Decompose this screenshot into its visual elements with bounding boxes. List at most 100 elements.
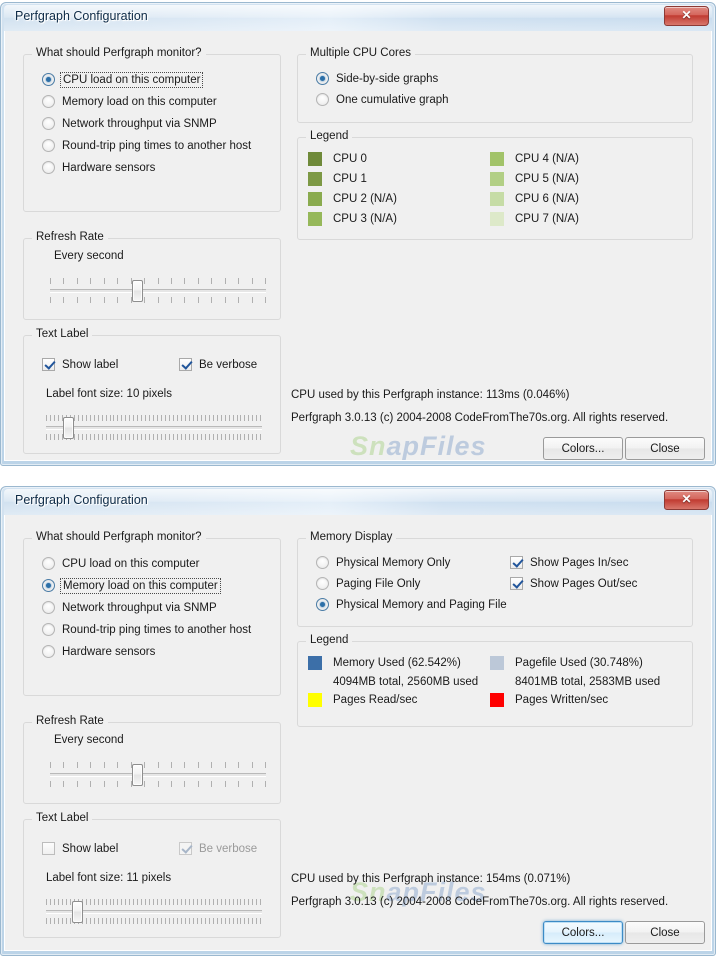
legend-item-label: CPU 5 (N/A) [515, 173, 579, 185]
radio-network-throughput[interactable]: Network throughput via SNMP [42, 601, 217, 614]
radio-physical-memory-only[interactable]: Physical Memory Only [316, 556, 450, 569]
radio-ping-times[interactable]: Round-trip ping times to another host [42, 139, 251, 152]
legend-color-swatch[interactable] [490, 693, 504, 707]
monitor-group-label: What should Perfgraph monitor? [32, 47, 206, 59]
window-titlebar[interactable]: Perfgraph Configuration ✕ [4, 5, 712, 31]
checkbox-indicator [510, 577, 523, 590]
radio-memory-load[interactable]: Memory load on this computer [42, 577, 221, 594]
refresh-rate-group-label: Refresh Rate [32, 231, 108, 243]
checkbox-label: Be verbose [199, 358, 258, 371]
radio-label: Round-trip ping times to another host [62, 623, 252, 636]
radio-indicator [42, 139, 55, 152]
legend-color-swatch[interactable] [490, 192, 504, 206]
legend-color-swatch[interactable] [308, 693, 322, 707]
radio-side-by-side-graphs[interactable]: Side-by-side graphs [316, 72, 438, 85]
colors-button[interactable]: Colors... [543, 437, 623, 460]
text-label-group: Text Label Show label Be verbose Label f… [23, 328, 281, 454]
checkbox-label: Show Pages Out/sec [530, 577, 638, 590]
slider-ticks-bottom [50, 297, 266, 303]
legend-color-swatch[interactable] [308, 656, 322, 670]
legend-item-pagefile-used-detail: 8401MB total, 2583MB used [515, 676, 661, 688]
radio-one-cumulative-graph[interactable]: One cumulative graph [316, 93, 449, 106]
checkbox-label: Show Pages In/sec [530, 556, 629, 569]
legend-color-swatch[interactable] [490, 656, 504, 670]
legend-color-swatch[interactable] [308, 152, 322, 166]
checkbox-be-verbose: Be verbose [179, 842, 257, 855]
copyright-status: Perfgraph 3.0.13 (c) 2004-2008 CodeFromT… [291, 412, 669, 424]
radio-hardware-sensors[interactable]: Hardware sensors [42, 645, 155, 658]
close-button[interactable]: Close [625, 437, 705, 460]
slider-thumb[interactable] [132, 764, 144, 786]
refresh-rate-slider[interactable] [50, 275, 266, 307]
checkbox-label: Show label [62, 358, 119, 371]
legend-item-label: Pagefile Used (30.748%) [515, 657, 643, 669]
close-button[interactable]: Close [625, 921, 705, 944]
radio-indicator [42, 117, 55, 130]
checkbox-indicator [42, 358, 55, 371]
watermark-part-1: Sn [350, 431, 387, 461]
radio-label: One cumulative graph [336, 93, 449, 106]
slider-ticks-top [50, 278, 266, 284]
slider-thumb[interactable] [132, 280, 144, 302]
cpu-usage-status: CPU used by this Perfgraph instance: 113… [291, 389, 570, 401]
radio-indicator [42, 95, 55, 108]
checkbox-show-label[interactable]: Show label [42, 358, 118, 371]
legend-color-swatch[interactable] [490, 212, 504, 226]
monitor-group-label: What should Perfgraph monitor? [32, 531, 206, 543]
legend-item-label: Pages Written/sec [515, 694, 609, 706]
slider-track [50, 773, 266, 777]
radio-indicator [42, 645, 55, 658]
radio-label: Physical Memory and Paging File [336, 598, 507, 611]
radio-label: CPU load on this computer [62, 557, 200, 570]
slider-ticks-top [50, 762, 266, 768]
radio-label: Network throughput via SNMP [62, 601, 217, 614]
checkbox-show-pages-in[interactable]: Show Pages In/sec [510, 556, 628, 569]
close-window-button[interactable]: ✕ [664, 490, 709, 510]
checkbox-show-label[interactable]: Show label [42, 842, 118, 855]
radio-indicator [316, 556, 329, 569]
legend-color-swatch[interactable] [308, 212, 322, 226]
slider-thumb[interactable] [63, 417, 75, 439]
window-client-area: SnapFiles What should Perfgraph monitor?… [4, 31, 712, 461]
copyright-status: Perfgraph 3.0.13 (c) 2004-2008 CodeFromT… [291, 896, 669, 908]
memory-display-group: Memory Display Physical Memory Only Pagi… [297, 531, 693, 627]
refresh-rate-value: Every second [54, 734, 124, 746]
label-font-size-value: Label font size: 11 pixels [46, 872, 172, 884]
slider-thumb[interactable] [71, 901, 83, 923]
label-font-size-slider[interactable] [46, 896, 262, 928]
legend-color-swatch[interactable] [490, 152, 504, 166]
radio-cpu-load[interactable]: CPU load on this computer [42, 557, 199, 570]
refresh-rate-value: Every second [54, 250, 124, 262]
close-icon: ✕ [681, 492, 692, 506]
radio-network-throughput[interactable]: Network throughput via SNMP [42, 117, 217, 130]
checkbox-be-verbose[interactable]: Be verbose [179, 358, 257, 371]
checkbox-show-pages-out[interactable]: Show Pages Out/sec [510, 577, 637, 590]
legend-color-swatch[interactable] [308, 192, 322, 206]
refresh-rate-slider[interactable] [50, 759, 266, 791]
radio-indicator [42, 161, 55, 174]
radio-indicator [42, 623, 55, 636]
legend-item-cpu5: CPU 5 (N/A) [490, 172, 579, 186]
label-font-size-slider[interactable] [46, 412, 262, 444]
perfgraph-config-window-cpu: Perfgraph Configuration ✕ SnapFiles What… [0, 2, 716, 466]
radio-physical-and-paging[interactable]: Physical Memory and Paging File [316, 598, 507, 611]
legend-color-swatch[interactable] [308, 172, 322, 186]
radio-memory-load[interactable]: Memory load on this computer [42, 95, 217, 108]
radio-hardware-sensors[interactable]: Hardware sensors [42, 161, 155, 174]
slider-ticks-bottom [50, 781, 266, 787]
radio-cpu-load[interactable]: CPU load on this computer [42, 71, 204, 88]
radio-label: Hardware sensors [62, 645, 156, 658]
radio-ping-times[interactable]: Round-trip ping times to another host [42, 623, 251, 636]
colors-button[interactable]: Colors... [543, 921, 623, 944]
monitor-group: What should Perfgraph monitor? CPU load … [23, 531, 281, 696]
window-titlebar[interactable]: Perfgraph Configuration ✕ [4, 489, 712, 515]
radio-label: Physical Memory Only [336, 556, 451, 569]
radio-label: Network throughput via SNMP [62, 117, 217, 130]
radio-indicator [42, 73, 55, 86]
radio-label: Hardware sensors [62, 161, 156, 174]
radio-paging-file-only[interactable]: Paging File Only [316, 577, 420, 590]
legend-item-memory-used: Memory Used (62.542%) [308, 656, 461, 670]
legend-color-swatch[interactable] [490, 172, 504, 186]
legend-item-label: CPU 4 (N/A) [515, 153, 579, 165]
close-window-button[interactable]: ✕ [664, 6, 709, 26]
